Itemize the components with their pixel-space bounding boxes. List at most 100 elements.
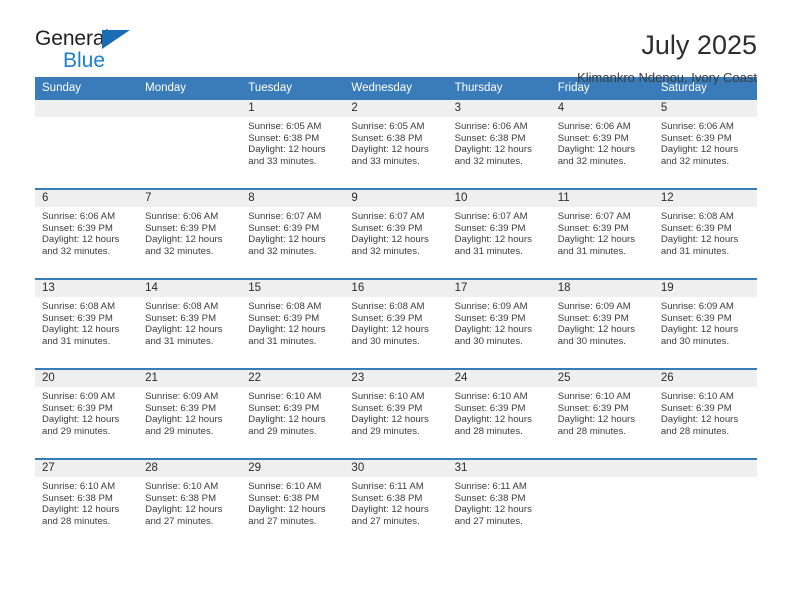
calendar-day-cell[interactable]: 6 Sunrise: 6:06 AM Sunset: 6:39 PM Daylight… <box>35 188 139 279</box>
calendar-day-cell[interactable]: 17 Sunrise: 6:09 AM Sunset: 6:39 PM Dayligh… <box>447 278 551 369</box>
calendar-day-cell[interactable]: 25 Sunrise: 6:10 AM Sunset: 6:39 PM Dayligh… <box>550 368 654 459</box>
sunset-text: Sunset: 6:39 PM <box>660 312 732 324</box>
day-number: 30 <box>344 460 448 477</box>
daylight-text-line1: Daylight: 12 hours <box>351 504 429 516</box>
sunset-text: Sunset: 6:39 PM <box>248 222 320 234</box>
calendar-day-cell[interactable]: 15 Sunrise: 6:08 AM Sunset: 6:39 PM Dayligh… <box>241 278 345 369</box>
calendar-day-cell[interactable]: 26 Sunrise: 6:10 AM Sunset: 6:39 PM Dayligh… <box>653 368 757 459</box>
calendar-day-cell[interactable]: 14 Sunrise: 6:08 AM Sunset: 6:39 PM Dayligh… <box>138 278 242 369</box>
general-blue-logo[interactable]: General Blue <box>35 27 153 79</box>
day-number: 11 <box>550 190 654 207</box>
calendar-day-cell[interactable]: 16 Sunrise: 6:08 AM Sunset: 6:39 PM Dayligh… <box>344 278 448 369</box>
day-number: 31 <box>447 460 551 477</box>
calendar-day-cell[interactable]: 5 Sunrise: 6:06 AM Sunset: 6:39 PM Daylight… <box>653 100 757 189</box>
sunrise-text: Sunrise: 6:09 AM <box>145 391 219 402</box>
sunset-text: Sunset: 6:39 PM <box>351 312 423 324</box>
day-number: 23 <box>344 370 448 387</box>
day-details: Sunrise: 6:08 AM Sunset: 6:39 PM Daylight:… <box>241 297 344 347</box>
title-block: July 2025 Klimankro Ndenou, Ivory Coast <box>577 27 757 86</box>
calendar-day-cell[interactable]: 8 Sunrise: 6:07 AM Sunset: 6:39 PM Daylight… <box>241 188 345 279</box>
day-details: Sunrise: 6:05 AM Sunset: 6:38 PM Daylight:… <box>241 117 344 167</box>
day-number: 14 <box>138 280 242 297</box>
day-details: Sunrise: 6:08 AM Sunset: 6:39 PM Daylight:… <box>35 297 138 347</box>
calendar-day-cell[interactable]: 12 Sunrise: 6:08 AM Sunset: 6:39 PM Dayligh… <box>653 188 757 279</box>
day-number: 19 <box>653 280 757 297</box>
calendar-day-cell[interactable]: 29 Sunrise: 6:10 AM Sunset: 6:38 PM Dayligh… <box>241 458 345 548</box>
calendar-day-cell[interactable]: 10 Sunrise: 6:07 AM Sunset: 6:39 PM Dayligh… <box>447 188 551 279</box>
day-details: Sunrise: 6:06 AM Sunset: 6:39 PM Daylight:… <box>654 117 757 167</box>
daylight-text-line1: Daylight: 12 hours <box>557 414 636 426</box>
calendar-day-cell[interactable]: 7 Sunrise: 6:06 AM Sunset: 6:39 PM Daylight… <box>138 188 242 279</box>
weekday-header-sunday: Sunday <box>35 77 139 100</box>
day-details: Sunrise: 6:06 AM Sunset: 6:39 PM Daylight:… <box>551 117 654 167</box>
day-details: Sunrise: 6:10 AM Sunset: 6:39 PM Daylight:… <box>551 387 654 437</box>
calendar-day-cell[interactable]: 9 Sunrise: 6:07 AM Sunset: 6:39 PM Daylight… <box>344 188 448 279</box>
daylight-text-line2: and 30 minutes. <box>557 335 626 347</box>
calendar-day-cell[interactable]: 18 Sunrise: 6:09 AM Sunset: 6:39 PM Dayligh… <box>550 278 654 369</box>
weekday-header-wednesday: Wednesday <box>344 77 448 100</box>
calendar-day-cell[interactable]: 24 Sunrise: 6:10 AM Sunset: 6:39 PM Dayligh… <box>447 368 551 459</box>
day-details: Sunrise: 6:11 AM Sunset: 6:38 PM Daylight:… <box>448 477 551 527</box>
calendar-day-cell[interactable]: 28 Sunrise: 6:10 AM Sunset: 6:38 PM Dayligh… <box>138 458 242 548</box>
daylight-text-line1: Daylight: 12 hours <box>351 144 429 156</box>
day-number: 13 <box>35 280 139 297</box>
calendar-day-cell[interactable]: 11 Sunrise: 6:07 AM Sunset: 6:39 PM Dayligh… <box>550 188 654 279</box>
calendar-day-cell[interactable]: 2 Sunrise: 6:05 AM Sunset: 6:38 PM Daylight… <box>344 100 448 189</box>
sunset-text: Sunset: 6:39 PM <box>248 312 320 324</box>
day-number: 28 <box>138 460 242 477</box>
day-number: 17 <box>447 280 551 297</box>
day-details: Sunrise: 6:09 AM Sunset: 6:39 PM Daylight:… <box>35 387 138 437</box>
sunset-text: Sunset: 6:39 PM <box>42 402 113 414</box>
weekday-header-monday: Monday <box>138 77 242 100</box>
day-number: 12 <box>653 190 757 207</box>
sunrise-text: Sunrise: 6:06 AM <box>660 121 734 132</box>
daylight-text-line1: Daylight: 12 hours <box>145 504 223 516</box>
daylight-text-line2: and 32 minutes. <box>351 245 420 257</box>
sunrise-text: Sunrise: 6:08 AM <box>660 211 734 222</box>
daylight-text-line1: Daylight: 12 hours <box>454 414 532 426</box>
calendar-day-cell[interactable]: 23 Sunrise: 6:10 AM Sunset: 6:39 PM Dayligh… <box>344 368 448 459</box>
day-details: Sunrise: 6:08 AM Sunset: 6:39 PM Daylight:… <box>344 297 447 347</box>
day-details: Sunrise: 6:10 AM Sunset: 6:39 PM Daylight:… <box>654 387 757 437</box>
calendar-empty-cell <box>138 100 242 189</box>
calendar-empty-cell <box>550 458 654 548</box>
sunset-text: Sunset: 6:38 PM <box>351 132 423 144</box>
day-number: 21 <box>138 370 242 387</box>
day-details: Sunrise: 6:07 AM Sunset: 6:39 PM Daylight:… <box>344 207 447 257</box>
day-number <box>550 460 654 477</box>
calendar-day-cell[interactable]: 31 Sunrise: 6:11 AM Sunset: 6:38 PM Dayligh… <box>447 458 551 548</box>
day-number: 26 <box>653 370 757 387</box>
sunset-text: Sunset: 6:39 PM <box>454 402 526 414</box>
calendar-day-cell[interactable]: 20 Sunrise: 6:09 AM Sunset: 6:39 PM Dayligh… <box>35 368 139 459</box>
daylight-text-line1: Daylight: 12 hours <box>248 414 326 426</box>
day-details: Sunrise: 6:07 AM Sunset: 6:39 PM Daylight:… <box>241 207 344 257</box>
calendar-day-cell[interactable]: 4 Sunrise: 6:06 AM Sunset: 6:39 PM Daylight… <box>550 100 654 189</box>
calendar-day-cell[interactable]: 13 Sunrise: 6:08 AM Sunset: 6:39 PM Dayligh… <box>35 278 139 369</box>
calendar-day-cell[interactable]: 22 Sunrise: 6:10 AM Sunset: 6:39 PM Dayligh… <box>241 368 345 459</box>
day-details: Sunrise: 6:09 AM Sunset: 6:39 PM Daylight:… <box>654 297 757 347</box>
daylight-text-line1: Daylight: 12 hours <box>248 234 326 246</box>
sunrise-text: Sunrise: 6:08 AM <box>351 301 425 312</box>
sunrise-text: Sunrise: 6:09 AM <box>454 301 528 312</box>
daylight-text-line2: and 27 minutes. <box>145 515 214 527</box>
day-number <box>35 100 139 117</box>
day-number <box>138 100 242 117</box>
calendar-day-cell[interactable]: 30 Sunrise: 6:11 AM Sunset: 6:38 PM Dayligh… <box>344 458 448 548</box>
calendar-day-cell[interactable]: 1 Sunrise: 6:05 AM Sunset: 6:38 PM Daylight… <box>241 100 345 189</box>
calendar-day-cell[interactable]: 27 Sunrise: 6:10 AM Sunset: 6:38 PM Dayligh… <box>35 458 139 548</box>
logo-triangle-icon <box>102 30 130 49</box>
calendar-day-cell[interactable]: 21 Sunrise: 6:09 AM Sunset: 6:39 PM Dayligh… <box>138 368 242 459</box>
calendar-day-cell[interactable]: 19 Sunrise: 6:09 AM Sunset: 6:39 PM Dayligh… <box>653 278 757 369</box>
day-number: 9 <box>344 190 448 207</box>
daylight-text-line1: Daylight: 12 hours <box>248 144 326 156</box>
day-details: Sunrise: 6:08 AM Sunset: 6:39 PM Daylight:… <box>138 297 241 347</box>
calendar-day-cell[interactable]: 3 Sunrise: 6:06 AM Sunset: 6:38 PM Daylight… <box>447 100 551 189</box>
daylight-text-line1: Daylight: 12 hours <box>454 504 532 516</box>
daylight-text-line2: and 28 minutes. <box>660 425 730 437</box>
sunrise-text: Sunrise: 6:05 AM <box>248 121 322 132</box>
daylight-text-line2: and 27 minutes. <box>248 515 317 527</box>
daylight-text-line1: Daylight: 12 hours <box>248 504 326 516</box>
daylight-text-line1: Daylight: 12 hours <box>557 234 636 246</box>
calendar-empty-cell <box>35 100 139 189</box>
day-details: Sunrise: 6:06 AM Sunset: 6:38 PM Daylight:… <box>448 117 551 167</box>
